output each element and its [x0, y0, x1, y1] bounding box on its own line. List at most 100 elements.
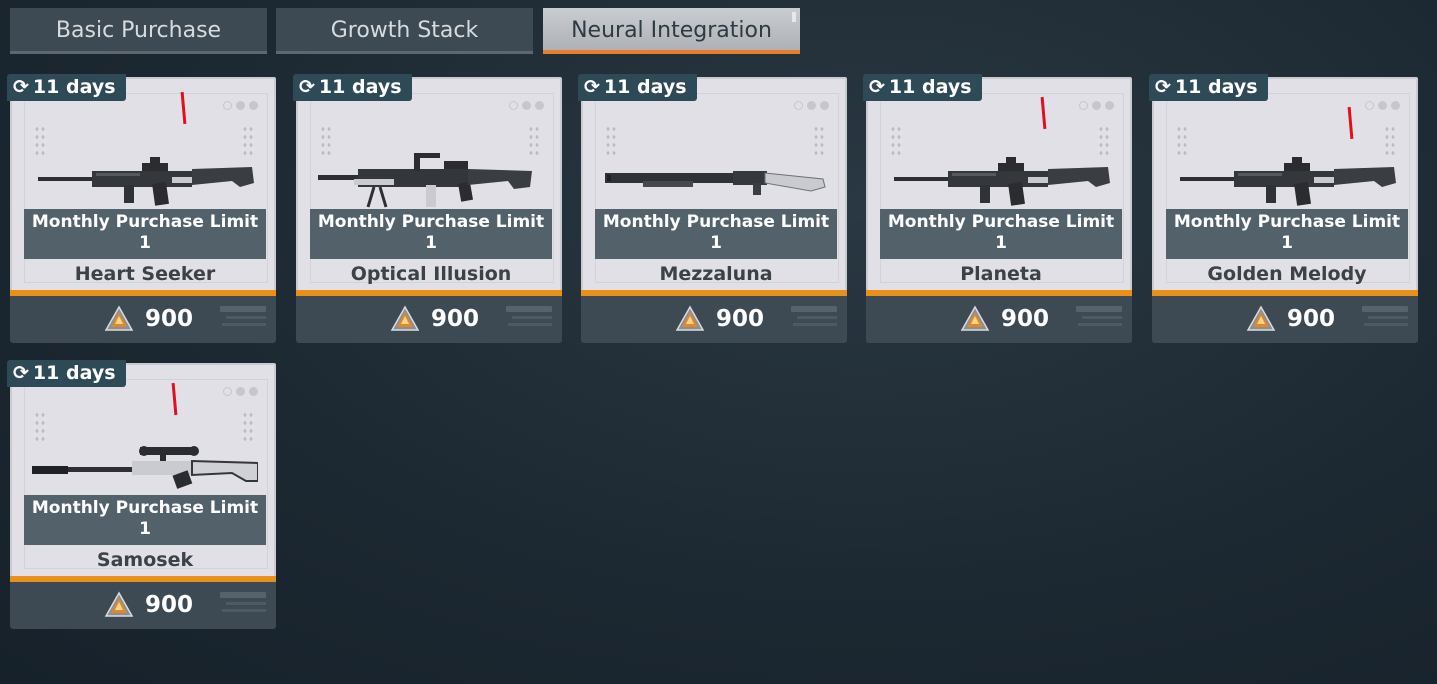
item-name: Heart Seeker — [74, 263, 216, 285]
tab-growth-stack[interactable]: Growth Stack — [276, 8, 533, 54]
card-dots-decoration — [509, 101, 544, 110]
purchase-limit-label: Monthly Purchase Limit — [887, 212, 1115, 232]
card-dots-decoration — [1079, 101, 1114, 110]
card-image-area: Monthly Purchase Limit 1 Optical Illusio… — [296, 77, 562, 292]
purchase-limit-label: Monthly Purchase Limit — [317, 212, 545, 232]
currency-icon — [1246, 305, 1276, 331]
serial-tag-line — [797, 316, 837, 319]
serial-tag-line — [222, 609, 266, 612]
serial-tag-line — [1078, 323, 1122, 326]
weapon-image — [32, 446, 258, 489]
serial-tag-line — [793, 323, 837, 326]
card-dots-decoration — [794, 101, 829, 110]
timer-badge: ⟳ 11 days — [7, 360, 126, 387]
purchase-limit-box: Monthly Purchase Limit 1 — [24, 209, 266, 259]
currency-icon — [390, 305, 420, 331]
price-bar: 900 — [1152, 296, 1418, 343]
price-bar: 900 — [866, 296, 1132, 343]
price-bar: 900 — [10, 582, 276, 629]
refresh-icon: ⟳ — [13, 76, 29, 98]
weapon-image — [38, 157, 254, 206]
purchase-limit-box: Monthly Purchase Limit 1 — [595, 209, 837, 259]
purchase-limit-label: Monthly Purchase Limit — [602, 212, 830, 232]
timer-text: 11 days — [603, 76, 687, 98]
refresh-icon: ⟳ — [869, 76, 885, 98]
card-image-area: Monthly Purchase Limit 1 Golden Melody — [1152, 77, 1418, 292]
refresh-icon: ⟳ — [1155, 76, 1171, 98]
weapon-image — [894, 157, 1110, 206]
item-price: 900 — [431, 306, 480, 332]
item-name: Optical Illusion — [350, 263, 512, 285]
card-dots-decoration — [223, 101, 258, 110]
refresh-icon: ⟳ — [584, 76, 600, 98]
serial-tag — [506, 306, 552, 312]
timer-badge: ⟳ 11 days — [1149, 74, 1268, 101]
card-image-area: Monthly Purchase Limit 1 Planeta — [866, 77, 1132, 292]
timer-text: 11 days — [32, 362, 116, 384]
item-price: 900 — [1287, 306, 1336, 332]
tab-label: Neural Integration — [571, 18, 772, 43]
serial-tag-line — [226, 602, 266, 605]
shop-item-card-planeta[interactable]: Monthly Purchase Limit 1 Planeta ⟳ 11 da… — [863, 74, 1132, 343]
tab-neural-integration[interactable]: Neural Integration — [543, 8, 800, 54]
serial-tag-line — [222, 323, 266, 326]
shop-item-card-heart-seeker[interactable]: Monthly Purchase Limit 1 Heart Seeker ⟳ … — [7, 74, 276, 343]
purchase-limit-box: Monthly Purchase Limit 1 — [1166, 209, 1408, 259]
serial-tag — [1362, 306, 1408, 312]
timer-badge: ⟳ 11 days — [578, 74, 697, 101]
shop-item-card-golden-melody[interactable]: Monthly Purchase Limit 1 Golden Melody ⟳… — [1149, 74, 1418, 343]
timer-badge: ⟳ 11 days — [863, 74, 982, 101]
refresh-icon: ⟳ — [13, 362, 29, 384]
price-bar: 900 — [581, 296, 847, 343]
purchase-limit-label: Monthly Purchase Limit — [1173, 212, 1401, 232]
timer-text: 11 days — [888, 76, 972, 98]
serial-tag — [220, 592, 266, 598]
currency-icon — [104, 305, 134, 331]
tab-corner-mark — [792, 12, 796, 22]
serial-tag — [1076, 306, 1122, 312]
card-dots-decoration — [223, 387, 258, 396]
item-name: Golden Melody — [1207, 263, 1367, 285]
currency-icon — [960, 305, 990, 331]
timer-text: 11 days — [318, 76, 402, 98]
price-bar: 900 — [10, 296, 276, 343]
purchase-limit-value: 1 — [710, 233, 722, 253]
purchase-limit-value: 1 — [1281, 233, 1293, 253]
shop-item-card-mezzaluna[interactable]: Monthly Purchase Limit 1 Mezzaluna ⟳ 11 … — [578, 74, 847, 343]
price-bar: 900 — [296, 296, 562, 343]
purchase-limit-label: Monthly Purchase Limit — [31, 498, 259, 518]
card-image-area: Monthly Purchase Limit 1 Heart Seeker — [10, 77, 276, 292]
weapon-image — [605, 171, 826, 195]
timer-badge: ⟳ 11 days — [7, 74, 126, 101]
item-price: 900 — [1001, 306, 1050, 332]
item-name: Planeta — [960, 263, 1042, 285]
item-price: 900 — [145, 306, 194, 332]
purchase-limit-box: Monthly Purchase Limit 1 — [880, 209, 1122, 259]
item-price: 900 — [716, 306, 765, 332]
timer-text: 11 days — [1174, 76, 1258, 98]
purchase-limit-value: 1 — [139, 519, 151, 539]
shop-item-card-optical-illusion[interactable]: Monthly Purchase Limit 1 Optical Illusio… — [293, 74, 562, 343]
currency-icon — [675, 305, 705, 331]
purchase-limit-box: Monthly Purchase Limit 1 — [24, 495, 266, 545]
purchase-limit-label: Monthly Purchase Limit — [31, 212, 259, 232]
purchase-limit-box: Monthly Purchase Limit 1 — [310, 209, 552, 259]
shop-item-card-samosek[interactable]: Monthly Purchase Limit 1 Samosek ⟳ 11 da… — [7, 360, 276, 629]
tab-basic-purchase[interactable]: Basic Purchase — [10, 8, 267, 54]
serial-tag-line — [508, 323, 552, 326]
serial-tag — [791, 306, 837, 312]
purchase-limit-value: 1 — [139, 233, 151, 253]
card-image-area: Monthly Purchase Limit 1 Samosek — [10, 363, 276, 578]
serial-tag-line — [1364, 323, 1408, 326]
weapon-image — [1180, 157, 1396, 206]
serial-tag-line — [512, 316, 552, 319]
item-name: Samosek — [96, 549, 194, 571]
card-image-area: Monthly Purchase Limit 1 Mezzaluna — [581, 77, 847, 292]
purchase-limit-value: 1 — [995, 233, 1007, 253]
serial-tag-line — [1082, 316, 1122, 319]
purchase-limit-value: 1 — [425, 233, 437, 253]
refresh-icon: ⟳ — [299, 76, 315, 98]
item-name: Mezzaluna — [659, 263, 773, 285]
timer-text: 11 days — [32, 76, 116, 98]
item-price: 900 — [145, 592, 194, 618]
